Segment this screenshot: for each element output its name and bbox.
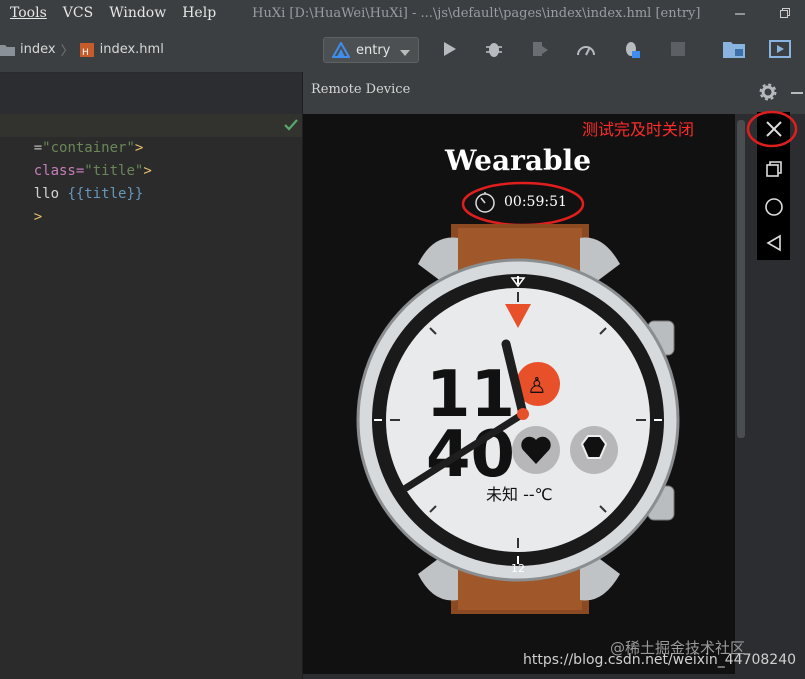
back-button[interactable] bbox=[761, 230, 786, 255]
check-icon bbox=[284, 116, 298, 135]
recent-apps-icon bbox=[765, 160, 782, 177]
code-attr: class= bbox=[33, 163, 85, 179]
menu-tools[interactable]: Tools bbox=[10, 5, 47, 21]
attach-debugger-button[interactable] bbox=[528, 38, 552, 60]
minimize-button[interactable] bbox=[720, 0, 760, 26]
svg-text:♙: ♙ bbox=[527, 374, 547, 399]
gauge-icon bbox=[577, 46, 595, 56]
profiler-button[interactable] bbox=[574, 38, 598, 60]
code-tag: > bbox=[143, 163, 152, 179]
annotation-text: 测试完及时关闭 bbox=[582, 120, 695, 139]
home-button[interactable] bbox=[761, 194, 786, 219]
main-toolbar: index 〉 H index.hml entry bbox=[0, 26, 805, 73]
run-button[interactable] bbox=[437, 38, 461, 60]
build-bug-icon bbox=[626, 42, 640, 58]
restore-button[interactable] bbox=[765, 0, 805, 26]
device-screen-icon bbox=[769, 40, 791, 58]
gear-icon bbox=[759, 83, 777, 101]
code-editor[interactable]: ="container"> class="title"> llo {{title… bbox=[0, 114, 302, 679]
run-config-select[interactable]: entry bbox=[323, 37, 419, 63]
bug-icon bbox=[486, 43, 502, 57]
menu-help[interactable]: Help bbox=[182, 5, 216, 21]
restore-icon bbox=[780, 8, 790, 18]
panel-title: Remote Device bbox=[311, 82, 411, 97]
code-attr: = bbox=[33, 140, 43, 156]
play-icon bbox=[444, 42, 456, 56]
back-triangle-icon bbox=[765, 234, 781, 251]
code-string: "container" bbox=[42, 140, 135, 156]
code-tag: > bbox=[134, 140, 144, 156]
device-scrollbar[interactable] bbox=[735, 114, 747, 674]
code-text: llo bbox=[33, 186, 68, 202]
settings-button[interactable] bbox=[759, 83, 777, 105]
breadcrumb-file[interactable]: index.hml bbox=[100, 42, 164, 57]
folder-icon bbox=[0, 44, 15, 56]
harmony-logo-icon bbox=[332, 42, 350, 58]
folder-grid-icon bbox=[723, 42, 745, 58]
project-structure-button[interactable] bbox=[722, 38, 746, 60]
close-highlight-circle bbox=[746, 110, 798, 148]
stop-button[interactable] bbox=[666, 38, 690, 60]
svg-text:H: H bbox=[82, 48, 89, 58]
breadcrumb-folder[interactable]: index bbox=[20, 42, 56, 57]
device-app-title: Wearable bbox=[444, 144, 592, 177]
minimize-panel-button[interactable] bbox=[791, 92, 803, 94]
code-mustache: {{title}} bbox=[67, 186, 144, 202]
watermark-url: https://blog.csdn.net/weixin_44708240 bbox=[523, 652, 797, 668]
breadcrumb: index 〉 H index.hml bbox=[0, 40, 164, 59]
scroll-thumb[interactable] bbox=[737, 120, 745, 438]
run-config-label: entry bbox=[356, 42, 391, 58]
svg-text:12: 12 bbox=[511, 562, 525, 575]
timer-highlight-ellipse bbox=[461, 181, 585, 227]
breadcrumb-separator-icon: 〉 bbox=[60, 44, 74, 59]
stop-icon bbox=[671, 42, 685, 56]
device-manager-button[interactable] bbox=[768, 38, 792, 60]
debug-button[interactable] bbox=[482, 38, 506, 60]
overview-button[interactable] bbox=[761, 156, 786, 181]
attach-debug-icon bbox=[533, 42, 548, 56]
code-line: ="container"> bbox=[0, 114, 302, 156]
minimize-icon bbox=[735, 13, 745, 15]
home-circle-icon bbox=[764, 197, 783, 216]
watch-weather: 未知 --℃ bbox=[486, 485, 553, 504]
code-tag: > bbox=[33, 209, 43, 225]
build-button[interactable] bbox=[619, 38, 643, 60]
menu-window[interactable]: Window bbox=[109, 5, 166, 21]
code-string: "title" bbox=[84, 163, 144, 179]
smartwatch-image: 12 ♙ 11 40 未知 --℃ bbox=[356, 224, 680, 614]
menu-vcs[interactable]: VCS bbox=[63, 5, 93, 21]
chevron-down-icon bbox=[400, 41, 411, 60]
hml-file-icon: H bbox=[79, 42, 94, 58]
menu-bar: Tools VCS Window Help HuXi [D:\HuaWei\Hu… bbox=[0, 0, 805, 26]
remote-device-header: Remote Device bbox=[303, 72, 805, 114]
window-title: HuXi [D:\HuaWei\HuXi] - ...\js\default\p… bbox=[252, 5, 701, 21]
